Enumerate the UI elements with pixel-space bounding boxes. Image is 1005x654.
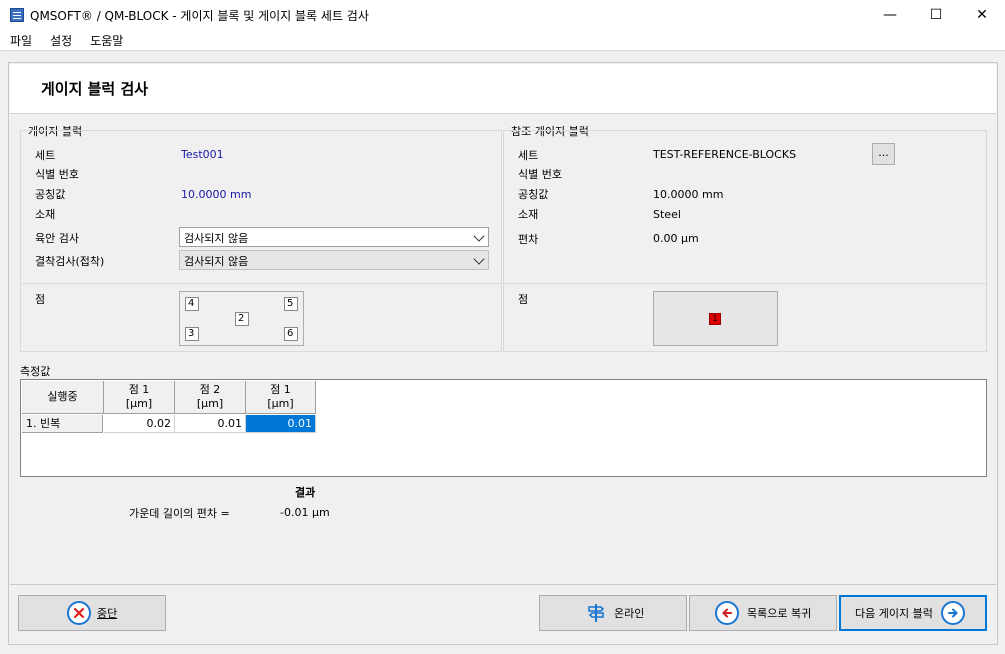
ref-nominal-label: 공칭값	[518, 188, 549, 201]
wringing-check-value: 검사되지 않음	[184, 255, 249, 268]
table-cell-selected[interactable]: 0.01	[246, 415, 316, 433]
maximize-icon[interactable]: ☐	[913, 0, 959, 30]
next-block-label: 다음 게이지 블럭	[855, 607, 933, 620]
table-header-running: 실행중	[22, 381, 104, 414]
result-value: -0.01 µm	[280, 506, 330, 519]
visual-check-label: 육안 검사	[35, 232, 79, 245]
nominal-value: 10.0000 mm	[181, 188, 252, 201]
table-header-col2[interactable]: 점 2 [µm]	[175, 381, 246, 414]
ref-points-diagram[interactable]: 1	[653, 291, 778, 346]
ref-id-label: 식별 번호	[518, 168, 562, 181]
ref-nominal-value: 10.0000 mm	[653, 188, 724, 201]
col-header-point: 점 1	[128, 383, 150, 396]
abort-button-label: 중단	[97, 607, 118, 620]
visual-check-select[interactable]: 검사되지 않음	[179, 227, 489, 247]
ref-set-value: TEST-REFERENCE-BLOCKS	[653, 148, 797, 161]
gauge-block-divider	[20, 283, 502, 284]
point-marker[interactable]: 2	[235, 312, 249, 326]
arrow-right-icon	[940, 601, 965, 625]
title-bar: QMSOFT® / QM-BLOCK - 게이지 블록 및 게이지 블록 세트 …	[0, 0, 1005, 30]
points-label: 점	[35, 293, 46, 306]
next-block-button[interactable]: 다음 게이지 블럭	[839, 595, 987, 631]
id-label: 식별 번호	[35, 168, 79, 181]
col-header-unit: [µm]	[267, 397, 294, 410]
app-icon	[10, 8, 24, 22]
nominal-label: 공칭값	[35, 188, 66, 201]
table-row-header[interactable]: 1. 빈복	[22, 415, 103, 433]
browse-button[interactable]: ...	[872, 143, 895, 165]
table-cell[interactable]: 0.02	[104, 415, 175, 433]
ref-material-value: Steel	[653, 208, 681, 221]
material-label: 소재	[35, 208, 56, 221]
chevron-down-icon	[473, 253, 485, 265]
wringing-check-label: 결착검사(접착)	[35, 255, 105, 268]
online-button[interactable]: 온라인	[539, 595, 687, 631]
minimize-icon[interactable]: —	[867, 0, 913, 30]
result-label: 가운데 길이의 편차 =	[129, 507, 230, 520]
menu-bar: 파일 설정 도움말	[0, 30, 1005, 51]
point-marker[interactable]: 6	[284, 327, 298, 341]
footer-divider	[10, 584, 996, 585]
table-header-col3[interactable]: 점 1 [µm]	[246, 381, 316, 414]
abort-button[interactable]: 중단	[18, 595, 166, 631]
back-to-list-button[interactable]: 목록으로 복귀	[689, 595, 837, 631]
menu-help[interactable]: 도움말	[80, 32, 131, 49]
window-title: QMSOFT® / QM-BLOCK - 게이지 블록 및 게이지 블록 세트 …	[30, 8, 369, 23]
point-marker[interactable]: 4	[185, 297, 199, 311]
chevron-down-icon	[473, 230, 485, 242]
menu-settings[interactable]: 설정	[40, 32, 80, 49]
col-header-unit: [µm]	[125, 397, 153, 410]
ref-deviation-value: 0.00 µm	[653, 232, 699, 245]
arrow-left-icon	[715, 601, 739, 625]
measurements-table[interactable]: 실행중 점 1 [µm] 점 2 [µm] 점 1 [µm] 1. 빈복 0.0…	[20, 379, 987, 477]
back-to-list-label: 목록으로 복귀	[747, 607, 812, 620]
signpost-icon	[584, 601, 608, 625]
point-marker[interactable]: 5	[284, 297, 298, 311]
col-header-unit: [µm]	[196, 397, 224, 410]
page-title: 게이지 블럭 검사	[41, 80, 149, 98]
close-circle-icon	[67, 601, 91, 625]
ref-set-label: 세트	[518, 149, 539, 162]
col-header-point: 점 1	[270, 383, 291, 396]
ref-deviation-label: 편차	[518, 233, 539, 246]
set-value: Test001	[181, 148, 224, 161]
wringing-check-select[interactable]: 검사되지 않음	[179, 250, 489, 270]
point-marker[interactable]: 3	[185, 327, 199, 341]
visual-check-value: 검사되지 않음	[184, 232, 249, 245]
result-heading: 결과	[295, 486, 316, 499]
table-header-col1[interactable]: 점 1 [µm]	[104, 381, 175, 414]
points-diagram: 4 5 2 3 6	[179, 291, 304, 346]
ref-points-label: 점	[518, 293, 529, 306]
col-header-point: 점 2	[199, 383, 221, 396]
measurements-label: 측정값	[20, 365, 51, 378]
menu-file[interactable]: 파일	[0, 32, 40, 49]
reference-divider	[503, 283, 987, 284]
close-icon[interactable]: ✕	[959, 0, 1005, 30]
set-label: 세트	[35, 149, 56, 162]
table-cell[interactable]: 0.01	[175, 415, 246, 433]
page-header: 게이지 블럭 검사	[10, 64, 996, 114]
window-controls: — ☐ ✕	[867, 0, 1005, 30]
ref-material-label: 소재	[518, 208, 539, 221]
online-button-label: 온라인	[614, 607, 645, 620]
ref-point-marker: 1	[709, 313, 721, 325]
